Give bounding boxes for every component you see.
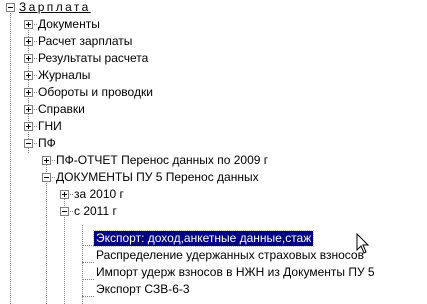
tree-item-export-income[interactable]: Экспорт: доход,анкетные данные,стаж xyxy=(92,230,315,247)
tree-item-2010[interactable]: за 2010 г xyxy=(74,187,124,202)
tree-line xyxy=(10,13,11,304)
tree-line xyxy=(82,262,94,263)
tree-item-certificates[interactable]: Справки xyxy=(38,102,85,117)
tree-root-label[interactable]: Зарплата xyxy=(19,0,91,15)
tree-item-payroll-calc[interactable]: Расчет зарплаты xyxy=(38,34,132,49)
tree-line xyxy=(82,225,83,304)
tree-line xyxy=(82,245,94,246)
expand-toggle[interactable] xyxy=(24,37,33,46)
tree-item-calc-results[interactable]: Результаты расчета xyxy=(38,51,148,66)
mouse-pointer-icon xyxy=(356,233,370,254)
tree-line xyxy=(82,279,94,280)
expand-toggle[interactable] xyxy=(24,54,33,63)
tree-item-gni[interactable]: ГНИ xyxy=(38,119,62,134)
tree-line xyxy=(82,296,94,297)
tree-item-pf[interactable]: ПФ xyxy=(38,136,56,151)
expand-toggle[interactable] xyxy=(24,20,33,29)
tree-item-2011[interactable]: с 2011 г xyxy=(74,204,117,219)
tree-item-turnovers[interactable]: Обороты и проводки xyxy=(38,85,153,100)
expand-toggle[interactable] xyxy=(60,190,69,199)
collapse-toggle[interactable] xyxy=(24,139,33,148)
tree-view[interactable]: Зарплата Документы Расчет зарплаты Резул… xyxy=(0,0,427,304)
expand-toggle[interactable] xyxy=(24,122,33,131)
expand-toggle[interactable] xyxy=(24,88,33,97)
tree-item-pu5-documents[interactable]: ДОКУМЕНТЫ ПУ 5 Перенос данных xyxy=(56,170,259,185)
tree-item-journals[interactable]: Журналы xyxy=(38,68,90,83)
tree-item-distribution[interactable]: Распределение удержанных страховых взнос… xyxy=(96,248,364,263)
tree-item-pf-report[interactable]: ПФ-ОТЧЕТ Перенос данных по 2009 г xyxy=(56,153,268,168)
collapse-toggle[interactable] xyxy=(60,207,69,216)
expand-toggle[interactable] xyxy=(24,105,33,114)
tree-item-import-njn[interactable]: Импорт удерж взносов в НЖН из Документы … xyxy=(96,265,375,280)
collapse-toggle[interactable] xyxy=(42,173,51,182)
tree-item-export-szv[interactable]: Экспорт СЗВ-6-3 xyxy=(96,282,190,297)
tree-item-documents[interactable]: Документы xyxy=(38,17,100,32)
collapse-toggle[interactable] xyxy=(6,3,15,12)
expand-toggle[interactable] xyxy=(42,156,51,165)
expand-toggle[interactable] xyxy=(24,71,33,80)
